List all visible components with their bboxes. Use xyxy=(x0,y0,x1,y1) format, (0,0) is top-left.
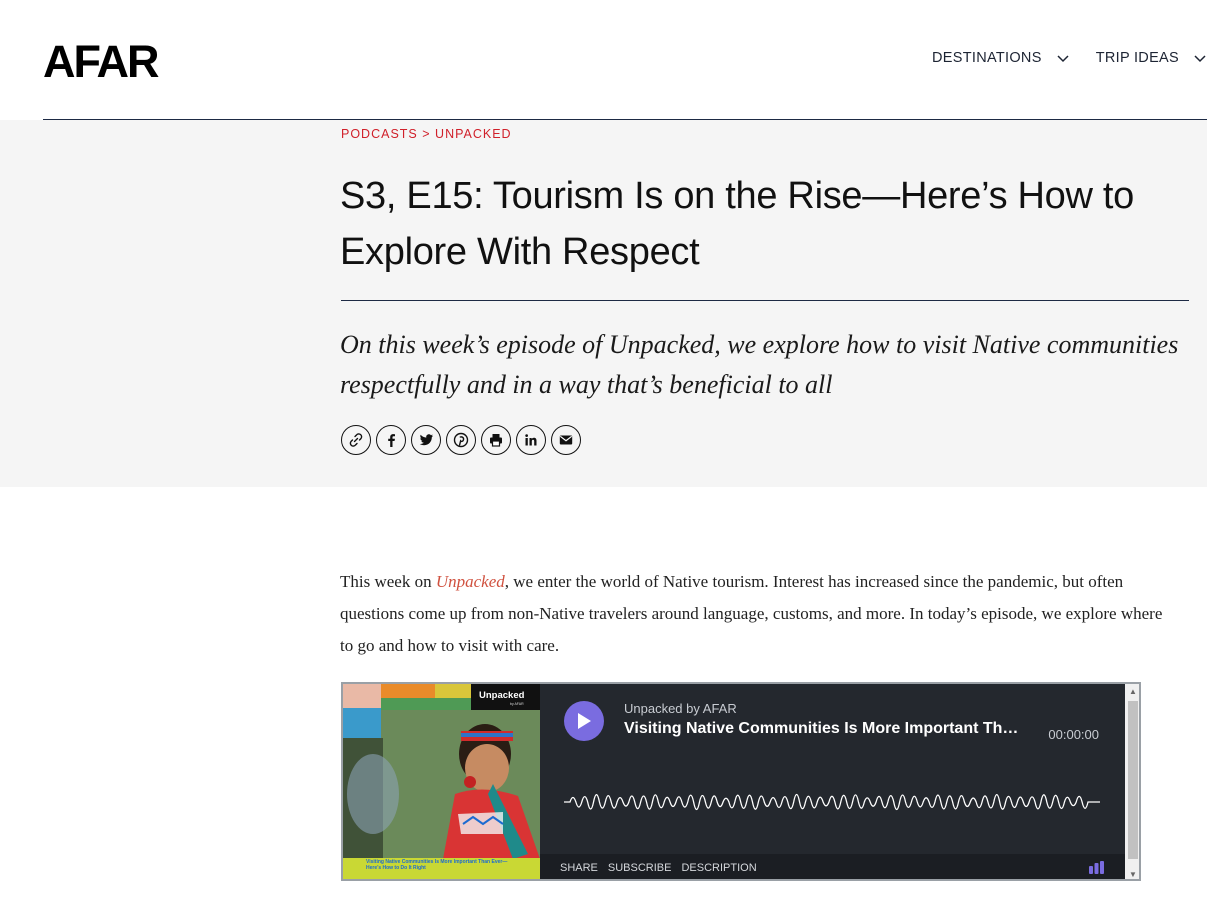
print-button[interactable] xyxy=(481,425,511,455)
player-share-button[interactable]: SHARE xyxy=(560,862,598,874)
facebook-icon xyxy=(388,434,395,447)
copy-link-button[interactable] xyxy=(341,425,371,455)
podcast-show-title: Unpacked by AFAR xyxy=(624,701,737,716)
scrollbar-thumb[interactable] xyxy=(1128,701,1138,859)
play-button[interactable] xyxy=(564,701,604,741)
share-toolbar xyxy=(341,425,586,455)
email-share-button[interactable] xyxy=(551,425,581,455)
article-body-paragraph: This week on Unpacked, we enter the worl… xyxy=(340,566,1170,662)
cover-image: Unpacked by AFAR Visiting Native Communi… xyxy=(343,684,540,879)
twitter-share-button[interactable] xyxy=(411,425,441,455)
nav-destinations-label: DESTINATIONS xyxy=(932,50,1042,66)
scroll-up-arrow-icon[interactable]: ▲ xyxy=(1125,684,1139,698)
episode-title: Visiting Native Communities Is More Impo… xyxy=(624,720,1024,737)
cover-brand: Unpacked xyxy=(479,690,525,701)
email-icon xyxy=(559,435,573,445)
cover-brand-sub: by AFAR xyxy=(510,702,524,706)
audio-waveform[interactable] xyxy=(564,780,1100,824)
breadcrumb-separator: > xyxy=(422,127,431,141)
linkedin-share-button[interactable] xyxy=(516,425,546,455)
main-nav: DESTINATIONS TRIP IDEAS xyxy=(906,50,1207,66)
player-footer: SHARE SUBSCRIBE DESCRIPTION xyxy=(540,854,1125,879)
article-dek: On this week’s episode of Unpacked, we e… xyxy=(340,330,1179,399)
nav-destinations[interactable]: DESTINATIONS xyxy=(932,50,1070,66)
podcast-player: Unpacked by AFAR Visiting Native Communi… xyxy=(341,682,1141,881)
playback-time: 00:00:00 xyxy=(1048,727,1099,742)
afar-logo[interactable]: AFAR xyxy=(43,36,159,88)
breadcrumb: PODCASTS > UNPACKED xyxy=(341,127,512,141)
play-icon xyxy=(578,713,591,729)
print-icon xyxy=(490,434,502,447)
player-description-button[interactable]: DESCRIPTION xyxy=(681,862,756,874)
site-header: AFAR DESTINATIONS TRIP IDEAS xyxy=(0,0,1207,119)
player-main-panel: Unpacked by AFAR Visiting Native Communi… xyxy=(540,684,1125,879)
cover-caption: Visiting Native Communities Is More Impo… xyxy=(366,859,508,871)
scroll-down-arrow-icon[interactable]: ▼ xyxy=(1125,867,1139,879)
hero-divider xyxy=(341,300,1189,301)
nav-trip-ideas[interactable]: TRIP IDEAS xyxy=(1096,50,1207,66)
pinterest-share-button[interactable] xyxy=(446,425,476,455)
player-subscribe-button[interactable]: SUBSCRIBE xyxy=(608,862,672,874)
article-headline: S3, E15: Tourism Is on the Rise—Here’s H… xyxy=(340,175,1135,273)
chevron-down-icon xyxy=(1057,55,1069,63)
twitter-icon xyxy=(419,434,433,446)
facebook-share-button[interactable] xyxy=(376,425,406,455)
chevron-down-icon xyxy=(1194,55,1206,63)
nav-trip-ideas-label: TRIP IDEAS xyxy=(1095,50,1179,66)
podcast-bars-icon xyxy=(1089,861,1104,874)
breadcrumb-unpacked[interactable]: UNPACKED xyxy=(435,127,512,141)
pinterest-icon xyxy=(453,432,469,448)
link-icon xyxy=(349,433,363,447)
unpacked-link[interactable]: Unpacked xyxy=(436,572,505,591)
breadcrumb-podcasts[interactable]: PODCASTS xyxy=(341,127,418,141)
linkedin-icon xyxy=(525,434,537,446)
body-prefix: This week on xyxy=(340,572,436,591)
podcast-cover-art: Unpacked by AFAR Visiting Native Communi… xyxy=(343,684,540,879)
player-scrollbar[interactable]: ▲ ▼ xyxy=(1125,684,1139,879)
